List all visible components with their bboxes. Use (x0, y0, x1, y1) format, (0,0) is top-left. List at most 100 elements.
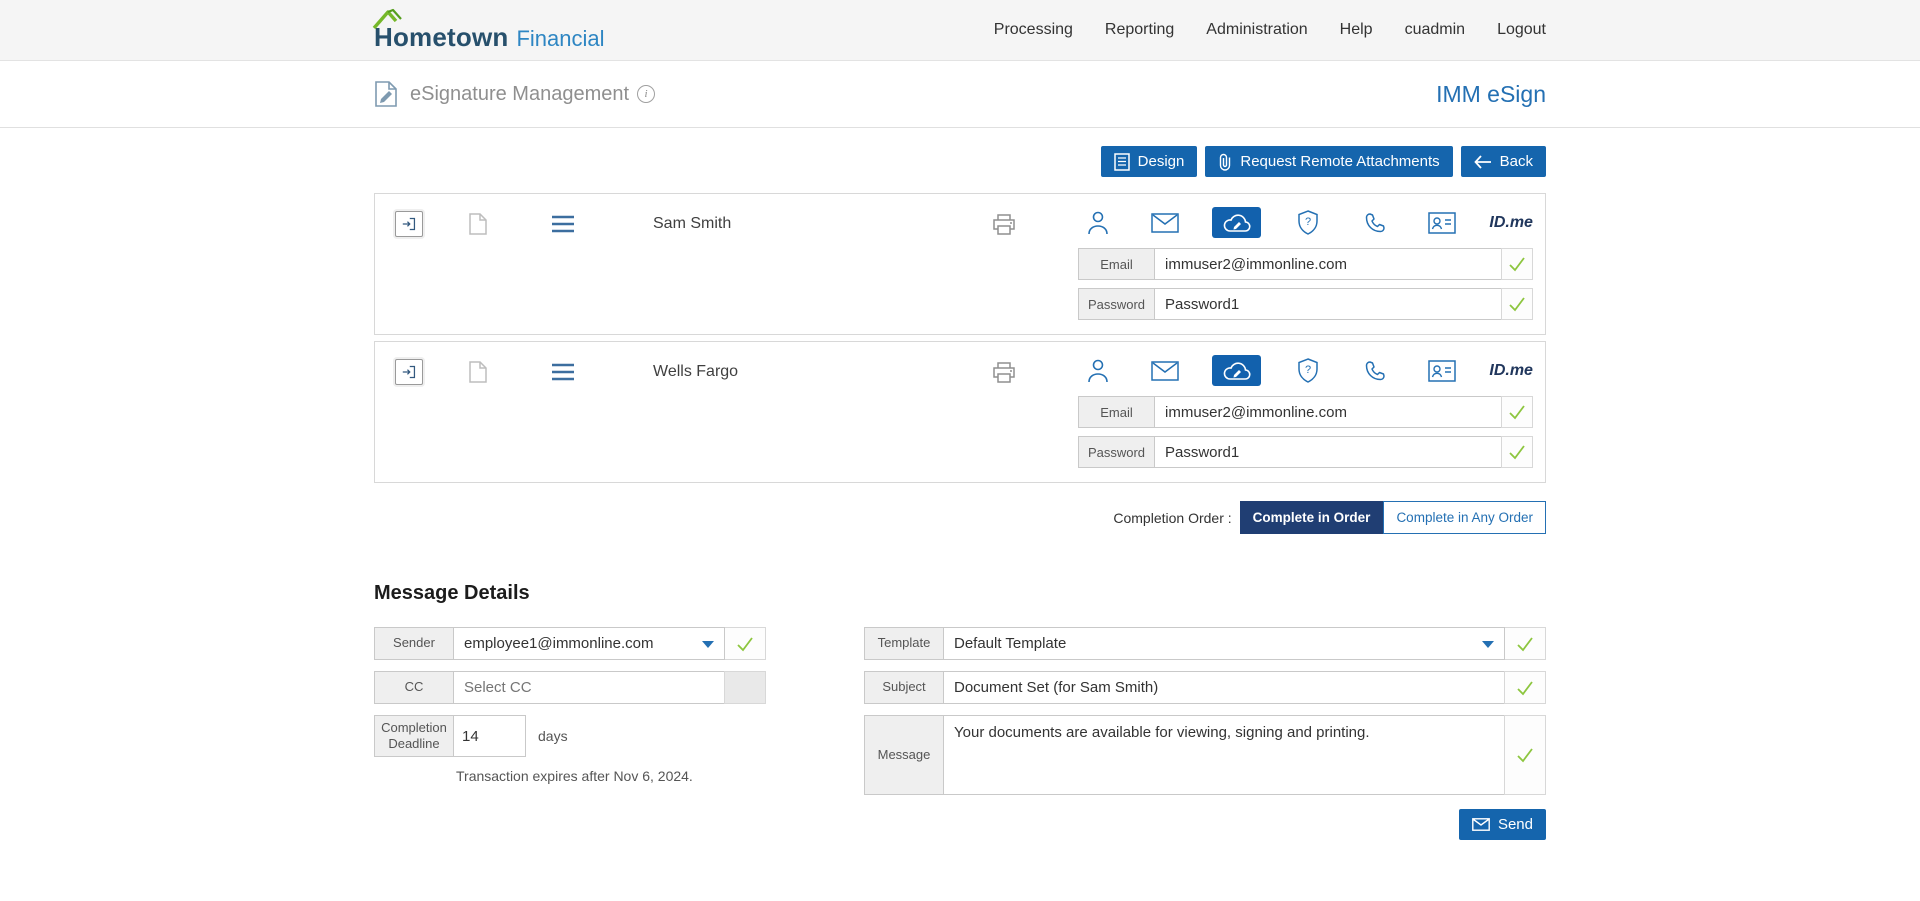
signer-person-icon[interactable] (1078, 207, 1118, 238)
password-input[interactable] (1154, 436, 1502, 468)
brand-logo[interactable]: Hometown Financial (374, 8, 605, 53)
deadline-input[interactable] (453, 715, 526, 757)
house-roof-icon (372, 8, 418, 30)
subject-label: Subject (864, 671, 944, 704)
nav-item-processing[interactable]: Processing (994, 21, 1073, 39)
sender-label: Sender (374, 627, 454, 660)
printer-icon[interactable] (992, 361, 1016, 383)
kba-shield-icon[interactable]: ? (1288, 355, 1328, 386)
nav-item-administration[interactable]: Administration (1206, 21, 1307, 39)
send-button[interactable]: Send (1459, 809, 1546, 840)
info-icon[interactable]: i (637, 85, 655, 103)
checkmark-icon (1508, 256, 1526, 272)
arrow-left-icon (1474, 155, 1492, 169)
remote-signature-cloud-icon[interactable] (1212, 207, 1261, 238)
recipient-card: Sam Smith (374, 193, 1546, 335)
email-valid-check (1501, 248, 1533, 280)
checkmark-icon (1508, 444, 1526, 460)
sender-valid-check (724, 627, 766, 660)
template-label: Template (864, 627, 944, 660)
complete-in-order-button[interactable]: Complete in Order (1240, 501, 1384, 534)
cc-check-placeholder (724, 671, 766, 704)
message-textarea[interactable]: Your documents are available for viewing… (943, 715, 1505, 795)
id-verification-icon[interactable] (1422, 207, 1462, 238)
password-valid-check (1501, 288, 1533, 320)
signer-person-icon[interactable] (1078, 355, 1118, 386)
email-valid-check (1501, 396, 1533, 428)
email-input[interactable] (1154, 248, 1502, 280)
password-label: Password (1078, 436, 1155, 468)
recipient-name: Sam Smith (653, 215, 731, 233)
message-label: Message (864, 715, 944, 795)
printer-icon[interactable] (992, 213, 1016, 235)
drag-handle-icon[interactable] (551, 363, 575, 381)
email-delivery-icon[interactable] (1145, 355, 1185, 386)
top-nav-bar: Hometown Financial Processing Reporting … (0, 0, 1920, 61)
email-delivery-icon[interactable] (1145, 207, 1185, 238)
message-valid-check (1504, 715, 1546, 795)
arrow-into-box-icon (402, 215, 416, 233)
toolbar: Design Request Remote Attachments Back (374, 146, 1546, 177)
kba-shield-icon[interactable]: ? (1288, 207, 1328, 238)
document-status-icon (469, 213, 487, 235)
signing-options-strip: ? ID.me (1078, 354, 1533, 387)
recipient-card: Wells Fargo (374, 341, 1546, 483)
template-value: Default Template (954, 635, 1066, 652)
message-details-heading: Message Details (374, 582, 1546, 605)
back-button[interactable]: Back (1461, 146, 1546, 177)
drag-handle-icon[interactable] (551, 215, 575, 233)
document-icon (1114, 153, 1130, 171)
request-remote-attachments-button[interactable]: Request Remote Attachments (1205, 146, 1452, 177)
nav-item-logout[interactable]: Logout (1497, 21, 1546, 39)
checkmark-icon (1508, 404, 1526, 420)
checkmark-icon (1516, 680, 1534, 696)
remote-signature-cloud-icon[interactable] (1212, 355, 1261, 386)
page-header: eSignature Management i IMM eSign (0, 61, 1920, 128)
phone-auth-icon[interactable] (1355, 355, 1395, 386)
sign-in-person-button[interactable] (395, 211, 423, 237)
id-verification-icon[interactable] (1422, 355, 1462, 386)
password-input[interactable] (1154, 288, 1502, 320)
email-input[interactable] (1154, 396, 1502, 428)
request-remote-attachments-label: Request Remote Attachments (1240, 153, 1439, 170)
chevron-down-icon (702, 641, 714, 648)
main-nav: Processing Reporting Administration Help… (994, 21, 1546, 39)
brand-suffix: Financial (516, 26, 604, 52)
phone-auth-icon[interactable] (1355, 207, 1395, 238)
idme-logo[interactable]: ID.me (1489, 362, 1533, 380)
template-select[interactable]: Default Template (943, 627, 1505, 660)
chevron-down-icon (1482, 641, 1494, 648)
esignature-page-icon (374, 80, 400, 108)
recipient-name: Wells Fargo (653, 363, 738, 381)
page-title: eSignature Management (410, 83, 629, 106)
design-button-label: Design (1138, 153, 1185, 170)
expiration-note: Transaction expires after Nov 6, 2024. (456, 768, 766, 784)
checkmark-icon (1516, 747, 1534, 763)
signing-options-strip: ? ID.me (1078, 206, 1533, 239)
email-label: Email (1078, 396, 1155, 428)
nav-item-reporting[interactable]: Reporting (1105, 21, 1174, 39)
design-button[interactable]: Design (1101, 146, 1198, 177)
sign-in-person-button[interactable] (395, 359, 423, 385)
sender-value: employee1@immonline.com (464, 635, 653, 652)
svg-text:?: ? (1305, 364, 1311, 376)
idme-logo[interactable]: ID.me (1489, 214, 1533, 232)
completion-order-label: Completion Order : (1113, 510, 1231, 526)
checkmark-icon (1508, 296, 1526, 312)
subject-valid-check (1504, 671, 1546, 704)
subject-input[interactable] (943, 671, 1505, 704)
cc-label: CC (374, 671, 454, 704)
nav-item-help[interactable]: Help (1340, 21, 1373, 39)
svg-text:?: ? (1305, 216, 1311, 228)
sender-select[interactable]: employee1@immonline.com (453, 627, 725, 660)
complete-in-any-order-button[interactable]: Complete in Any Order (1383, 501, 1546, 534)
envelope-icon (1472, 818, 1490, 831)
completion-order-row: Completion Order : Complete in Order Com… (374, 501, 1546, 534)
back-button-label: Back (1500, 153, 1533, 170)
checkmark-icon (1516, 636, 1534, 652)
template-valid-check (1504, 627, 1546, 660)
cc-input[interactable] (453, 671, 725, 704)
deadline-unit: days (538, 728, 568, 744)
nav-item-user-cuadmin[interactable]: cuadmin (1405, 21, 1465, 39)
completion-deadline-label: Completion Deadline (374, 715, 454, 757)
